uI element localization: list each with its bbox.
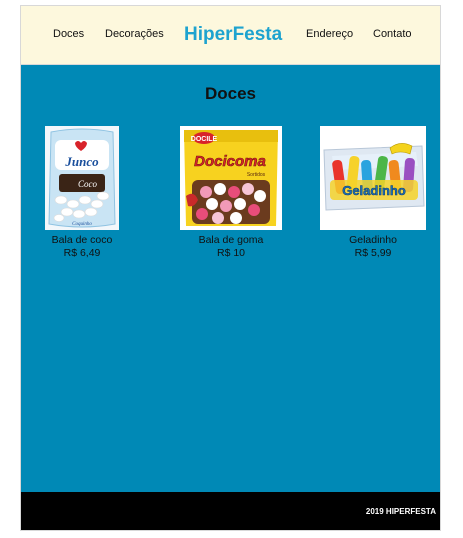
product-image-geladinho[interactable]: Geladinho xyxy=(320,126,426,230)
nav-link-doces[interactable]: Doces xyxy=(53,28,84,40)
product-image-bala-de-goma[interactable]: DOCILE Docicoma Sortidos xyxy=(180,126,282,230)
section-title: Doces xyxy=(204,84,257,103)
product-card-bala-de-goma: DOCILE Docicoma Sortidos Bala de goma R$… xyxy=(171,126,291,260)
product-price: R$ 6,49 xyxy=(63,247,101,259)
package-product-text: Docicoma xyxy=(194,153,266,170)
product-image-bala-de-coco[interactable]: Junco Coco Coquinho xyxy=(45,126,119,230)
brand-logo-text[interactable]: HiperFesta xyxy=(184,24,282,46)
product-card-bala-de-coco: Junco Coco Coquinho Bala de coco R$ 6,49 xyxy=(22,126,142,260)
product-price: R$ 10 xyxy=(216,247,246,259)
package-brand-text: Geladinho xyxy=(342,183,406,198)
nav-link-decoracoes[interactable]: Decorações xyxy=(105,28,164,40)
svg-text:Coquinho: Coquinho xyxy=(72,222,92,227)
page-container: Doces Decorações HiperFesta Endereço Con… xyxy=(20,5,441,531)
nav-link-endereco[interactable]: Endereço xyxy=(306,28,353,40)
footer: 2019 HIPERFESTA xyxy=(21,492,440,530)
package-flavor-text: Coco xyxy=(78,179,97,189)
product-price: R$ 5,99 xyxy=(354,247,392,259)
product-name[interactable]: Bala de coco xyxy=(22,233,142,247)
package-brand-text: DOCILE xyxy=(191,136,218,143)
product-name[interactable]: Bala de goma xyxy=(171,233,291,247)
header-nav: Doces Decorações HiperFesta Endereço Con… xyxy=(21,6,440,65)
nav-link-contato[interactable]: Contato xyxy=(373,28,412,40)
package-brand-text: Junco xyxy=(64,154,99,169)
footer-copyright: 2019 HIPERFESTA xyxy=(365,507,436,516)
svg-text:Sortidos: Sortidos xyxy=(247,172,266,178)
product-card-geladinho: Geladinho Geladinho R$ 5,99 xyxy=(313,126,433,260)
product-name[interactable]: Geladinho xyxy=(313,233,433,247)
